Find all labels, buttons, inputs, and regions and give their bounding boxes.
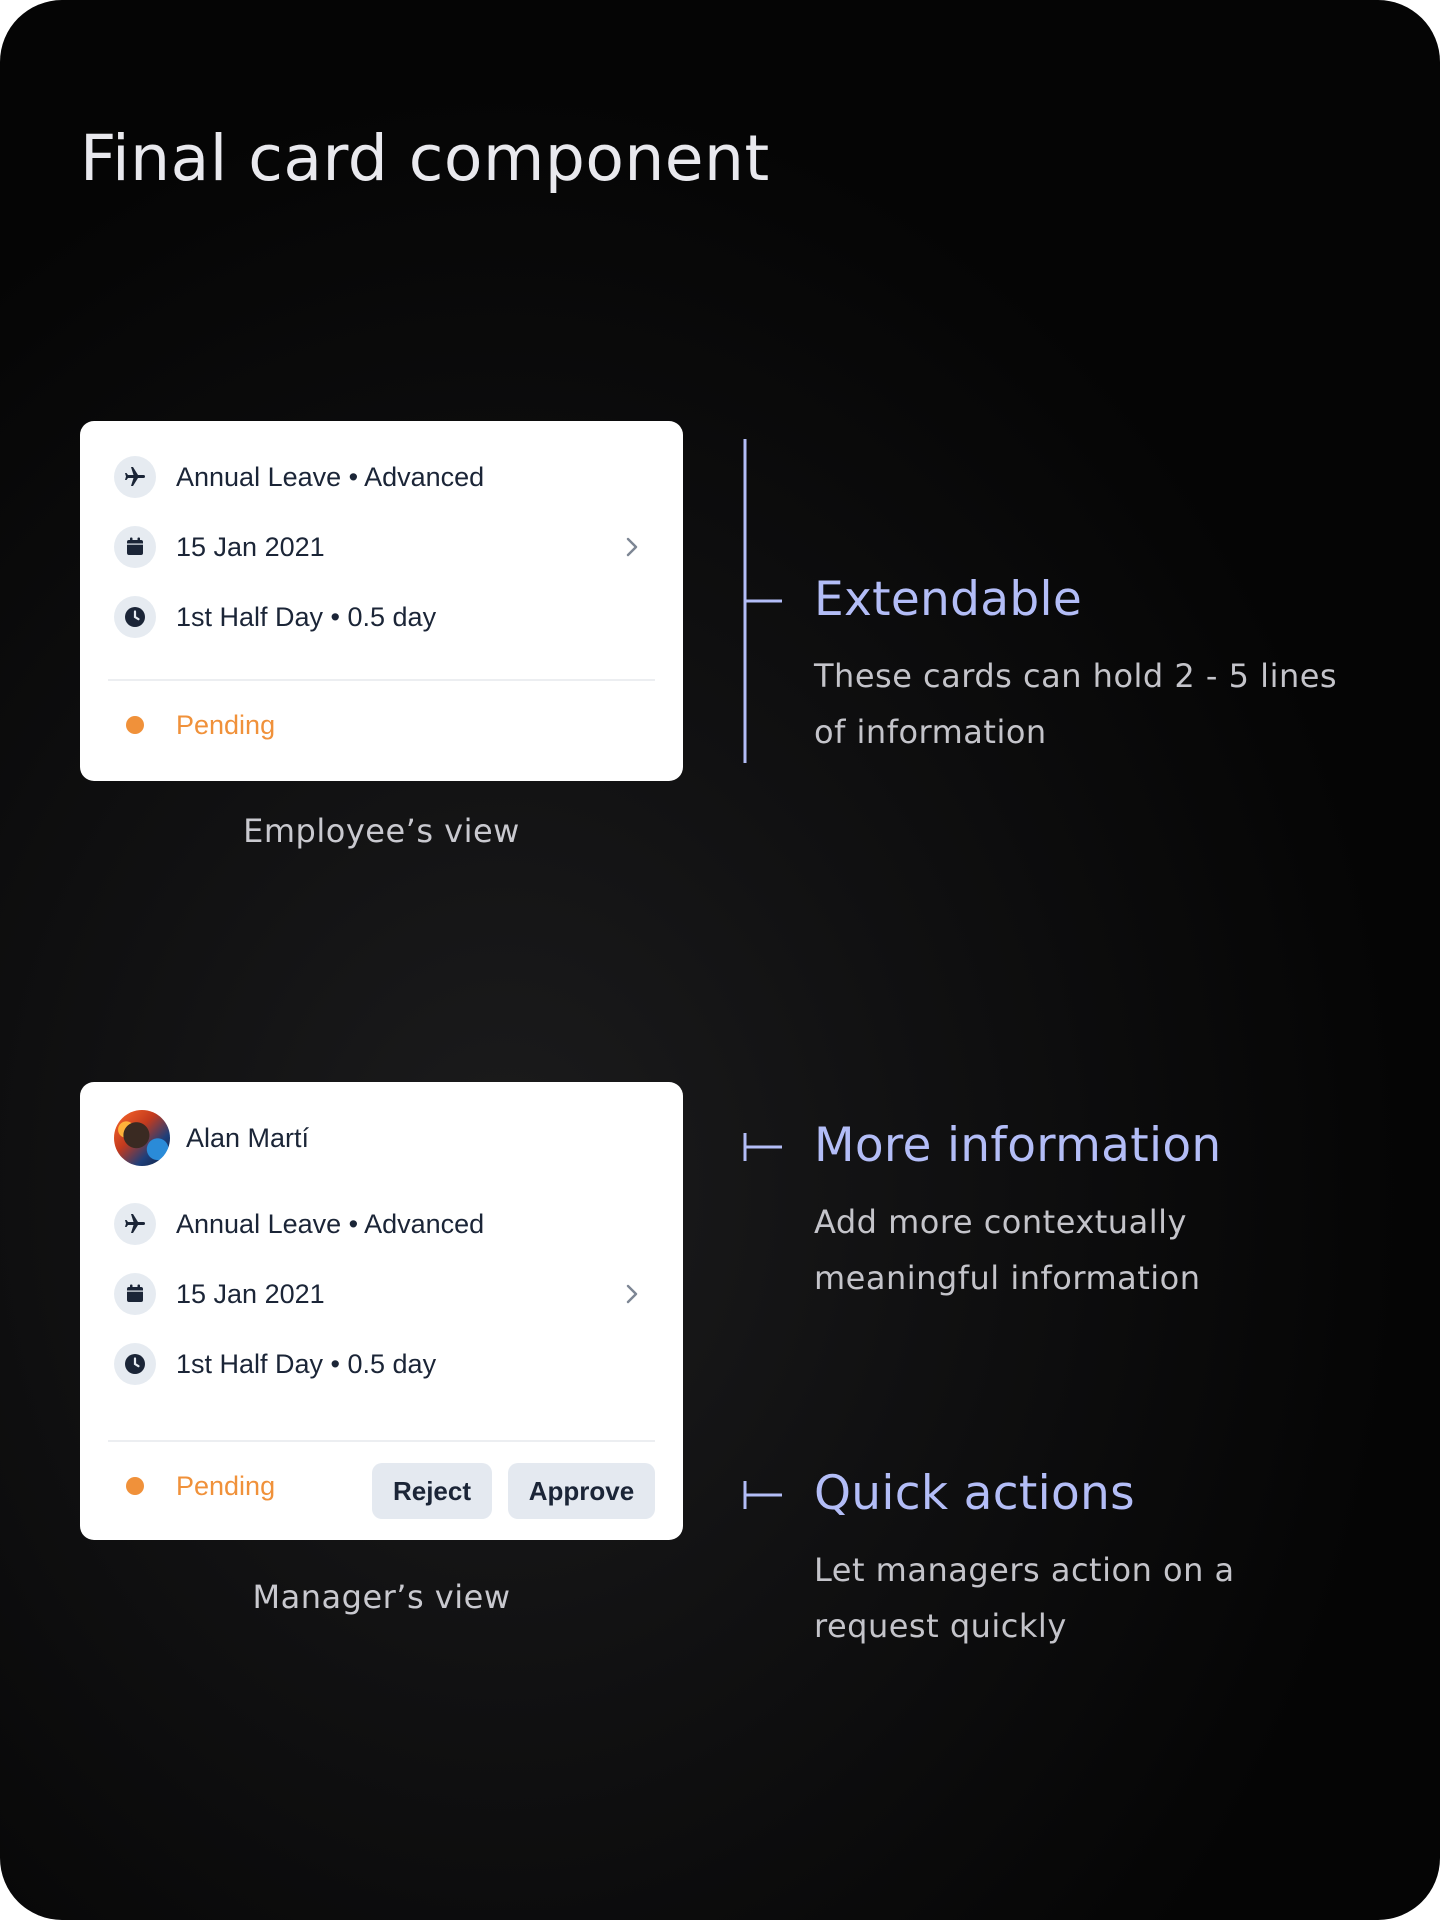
annotation-title-more-information: More information bbox=[814, 1118, 1222, 1173]
plane-icon bbox=[114, 1203, 156, 1245]
manager-view-caption: Manager’s view bbox=[252, 1578, 511, 1616]
status-dot bbox=[126, 716, 144, 734]
annotation-desc-extendable: These cards can hold 2 - 5 lines of info… bbox=[814, 657, 1338, 751]
clock-icon bbox=[114, 1343, 156, 1385]
clock-icon bbox=[114, 596, 156, 638]
leave-type-row: Annual Leave • Advanced bbox=[114, 455, 649, 499]
manager-leave-card[interactable]: Alan Martí Annual Leave • Advanced 15 Ja… bbox=[80, 1082, 683, 1540]
avatar bbox=[114, 1110, 170, 1166]
status-text: Pending bbox=[176, 1470, 276, 1501]
status-row: Pending bbox=[114, 703, 649, 747]
leave-type-text: Annual Leave • Advanced bbox=[176, 1208, 485, 1239]
plane-icon bbox=[114, 456, 156, 498]
more-information-bracket bbox=[743, 1133, 782, 1161]
date-text: 15 Jan 2021 bbox=[176, 531, 325, 562]
extendable-bracket bbox=[743, 439, 782, 763]
calendar-icon bbox=[114, 526, 156, 568]
reject-button[interactable]: Reject bbox=[372, 1463, 492, 1519]
status-dot bbox=[126, 1477, 144, 1495]
card-divider bbox=[108, 679, 655, 681]
chevron-right-icon[interactable] bbox=[625, 536, 639, 558]
status-text: Pending bbox=[176, 709, 276, 740]
duration-row: 1st Half Day • 0.5 day bbox=[114, 1342, 649, 1386]
date-row[interactable]: 15 Jan 2021 bbox=[114, 525, 649, 569]
page-title: Final card component bbox=[80, 122, 770, 195]
annotation-desc-quick-actions: Let managers action on a request quickly bbox=[814, 1551, 1235, 1645]
employee-leave-card[interactable]: Annual Leave • Advanced 15 Jan 2021 1st … bbox=[80, 421, 683, 781]
duration-text: 1st Half Day • 0.5 day bbox=[176, 1348, 437, 1379]
employee-row: Alan Martí bbox=[114, 1108, 649, 1168]
annotation-title-quick-actions: Quick actions bbox=[814, 1466, 1135, 1521]
chevron-right-icon[interactable] bbox=[625, 1283, 639, 1305]
approve-button[interactable]: Approve bbox=[508, 1463, 655, 1519]
duration-row: 1st Half Day • 0.5 day bbox=[114, 595, 649, 639]
leave-type-text: Annual Leave • Advanced bbox=[176, 461, 485, 492]
leave-type-row: Annual Leave • Advanced bbox=[114, 1202, 649, 1246]
card-divider bbox=[108, 1440, 655, 1442]
annotation-desc-more-information: Add more contextually meaningful informa… bbox=[814, 1203, 1201, 1297]
employee-name: Alan Martí bbox=[186, 1122, 310, 1153]
date-text: 15 Jan 2021 bbox=[176, 1278, 325, 1309]
duration-text: 1st Half Day • 0.5 day bbox=[176, 601, 437, 632]
annotation-title-extendable: Extendable bbox=[814, 572, 1083, 627]
calendar-icon bbox=[114, 1273, 156, 1315]
employee-view-caption: Employee’s view bbox=[243, 812, 520, 850]
quick-actions-bracket bbox=[743, 1481, 782, 1509]
date-row[interactable]: 15 Jan 2021 bbox=[114, 1272, 649, 1316]
presentation-frame: Final card component Annual Leave • Adva… bbox=[0, 0, 1440, 1920]
